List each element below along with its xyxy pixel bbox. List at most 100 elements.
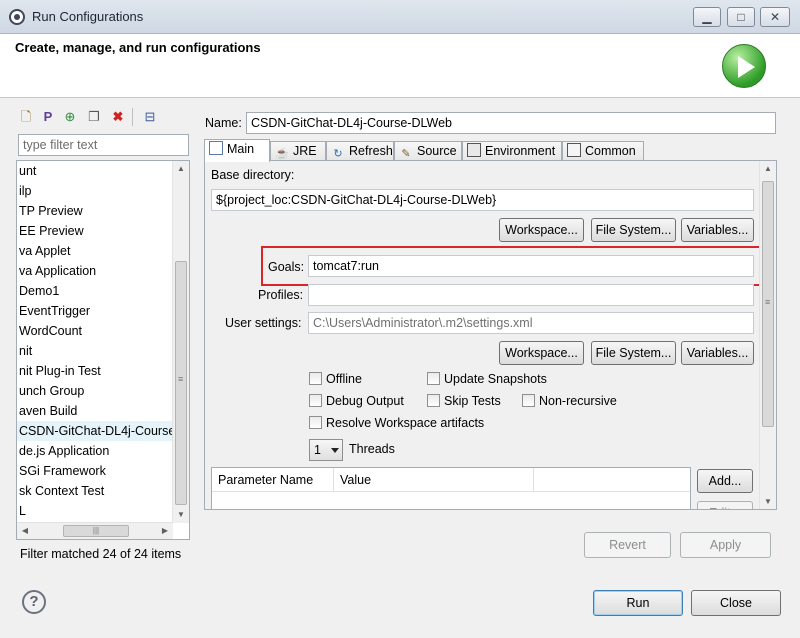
update-snapshots-label: Update Snapshots — [444, 372, 547, 386]
workspace-button[interactable]: Workspace... — [499, 218, 584, 242]
checkbox-box[interactable] — [427, 394, 440, 407]
resolve-workspace-label: Resolve Workspace artifacts — [326, 416, 485, 430]
non-recursive-checkbox[interactable]: Non-recursive — [522, 394, 617, 408]
checkbox-box[interactable] — [309, 394, 322, 407]
tree-item[interactable]: nit — [17, 341, 173, 361]
checkbox-box[interactable] — [427, 372, 440, 385]
tree-item[interactable]: TP Preview — [17, 201, 173, 221]
tree-item[interactable]: nit Plug-in Test — [17, 361, 173, 381]
export-icon[interactable]: ⊕ — [62, 109, 78, 125]
tree-item[interactable]: L — [17, 501, 173, 521]
tree-item[interactable]: WordCount — [17, 321, 173, 341]
scroll-right-icon[interactable]: ▶ — [157, 523, 173, 539]
tree-hscroll-thumb[interactable]: ||| — [63, 525, 129, 537]
apply-button[interactable]: Apply — [680, 532, 771, 558]
col-value[interactable]: Value — [334, 468, 534, 492]
collapse-all-icon[interactable]: ⊟ — [142, 109, 158, 125]
duplicate-icon[interactable]: ❐ — [86, 109, 102, 125]
tab-main-label: Main — [227, 142, 255, 156]
goals-input[interactable] — [308, 255, 754, 277]
checkbox-box[interactable] — [522, 394, 535, 407]
add-button[interactable]: Add... — [697, 469, 753, 493]
scroll-up-icon[interactable]: ▲ — [173, 161, 189, 177]
tree-item[interactable]: va Application — [17, 261, 173, 281]
tab-main[interactable]: Main — [204, 139, 270, 162]
close-button[interactable]: Close — [691, 590, 781, 616]
threads-label: Threads — [349, 442, 395, 456]
tab-refresh-label: Refresh — [349, 144, 393, 158]
new-prototype-icon[interactable]: P — [40, 109, 56, 125]
col-parameter-name[interactable]: Parameter Name — [212, 468, 334, 492]
col-empty — [534, 468, 690, 492]
tree-item[interactable]: aven Build — [17, 401, 173, 421]
resolve-workspace-checkbox[interactable]: Resolve Workspace artifacts — [309, 416, 484, 430]
config-toolbar: 🗋 P ⊕ ❐ ✖ ⊟ — [16, 106, 192, 130]
tree-item[interactable]: SGi Framework — [17, 461, 173, 481]
debug-output-checkbox[interactable]: Debug Output — [309, 394, 404, 408]
tree-scroll-thumb[interactable]: ≡ — [175, 261, 187, 505]
scroll-up-icon[interactable]: ▲ — [760, 161, 776, 177]
workspace-button-2[interactable]: Workspace... — [499, 341, 584, 365]
common-icon — [567, 143, 581, 157]
debug-output-label: Debug Output — [326, 394, 404, 408]
offline-checkbox[interactable]: Offline — [309, 372, 362, 386]
parameter-table[interactable]: Parameter Name Value — [211, 467, 691, 509]
tab-environment-label: Environment — [485, 144, 556, 158]
scroll-down-icon[interactable]: ▼ — [760, 494, 776, 509]
variables-button[interactable]: Variables... — [681, 218, 754, 242]
update-snapshots-checkbox[interactable]: Update Snapshots — [427, 372, 547, 386]
tree-horizontal-scrollbar[interactable]: ◀ ||| ▶ — [17, 522, 173, 539]
new-config-icon[interactable]: 🗋 — [18, 109, 34, 125]
maximize-button[interactable]: □ — [727, 7, 755, 27]
checkbox-box[interactable] — [309, 416, 322, 429]
minimize-button[interactable]: ▁ — [693, 7, 721, 27]
tree-item[interactable]: unch Group — [17, 381, 173, 401]
variables-button-2[interactable]: Variables... — [681, 341, 754, 365]
tree-vertical-scrollbar[interactable]: ▲ ≡ ▼ — [172, 161, 189, 523]
delete-icon[interactable]: ✖ — [110, 109, 126, 125]
environment-icon — [467, 143, 481, 157]
help-icon[interactable]: ? — [22, 590, 46, 614]
profiles-input[interactable] — [308, 284, 754, 306]
config-name-input[interactable] — [246, 112, 776, 134]
offline-label: Offline — [326, 372, 362, 386]
run-button[interactable]: Run — [593, 590, 683, 616]
filter-input[interactable] — [18, 134, 189, 156]
tree-item[interactable]: ilp — [17, 181, 173, 201]
skip-tests-checkbox[interactable]: Skip Tests — [427, 394, 501, 408]
header-title: Create, manage, and run configurations — [15, 40, 261, 55]
tree-item[interactable]: CSDN-GitChat-DL4j-Course-DLWeb — [17, 421, 173, 441]
tree-item[interactable]: unt — [17, 161, 173, 181]
file-system-button-2[interactable]: File System... — [591, 341, 676, 365]
run-icon — [722, 44, 766, 88]
tree-item[interactable]: va Applet — [17, 241, 173, 261]
tab-jre[interactable]: ☕ JRE — [270, 141, 326, 161]
tree-item[interactable]: Demo1 — [17, 281, 173, 301]
tree-item[interactable]: EventTrigger — [17, 301, 173, 321]
tab-source[interactable]: ✎ Source — [394, 141, 462, 161]
tree-item[interactable]: EE Preview — [17, 221, 173, 241]
goals-label: Goals: — [268, 260, 305, 274]
base-directory-input[interactable] — [211, 189, 754, 211]
tree-item[interactable]: sk Context Test — [17, 481, 173, 501]
user-settings-input[interactable] — [308, 312, 754, 334]
panel-vertical-scrollbar[interactable]: ▲ ≡ ▼ — [759, 161, 776, 509]
filter-status: Filter matched 24 of 24 items — [20, 547, 182, 561]
toolbar-separator — [132, 108, 134, 126]
threads-value: 1 — [314, 443, 321, 457]
refresh-icon: ↻ — [333, 148, 343, 160]
scroll-left-icon[interactable]: ◀ — [17, 523, 33, 539]
panel-scroll-thumb[interactable]: ≡ — [762, 181, 774, 427]
window-close-button[interactable]: ✕ — [760, 7, 790, 27]
edit-button[interactable]: Edit... — [697, 501, 753, 509]
file-system-button[interactable]: File System... — [591, 218, 676, 242]
revert-button[interactable]: Revert — [584, 532, 671, 558]
threads-select[interactable]: 1 — [309, 439, 343, 461]
checkbox-box[interactable] — [309, 372, 322, 385]
scroll-down-icon[interactable]: ▼ — [173, 507, 189, 523]
tab-refresh[interactable]: ↻ Refresh — [326, 141, 394, 161]
tree-item[interactable]: de.js Application — [17, 441, 173, 461]
tab-source-label: Source — [417, 144, 457, 158]
tab-common[interactable]: Common — [562, 141, 644, 161]
tab-environment[interactable]: Environment — [462, 141, 562, 161]
